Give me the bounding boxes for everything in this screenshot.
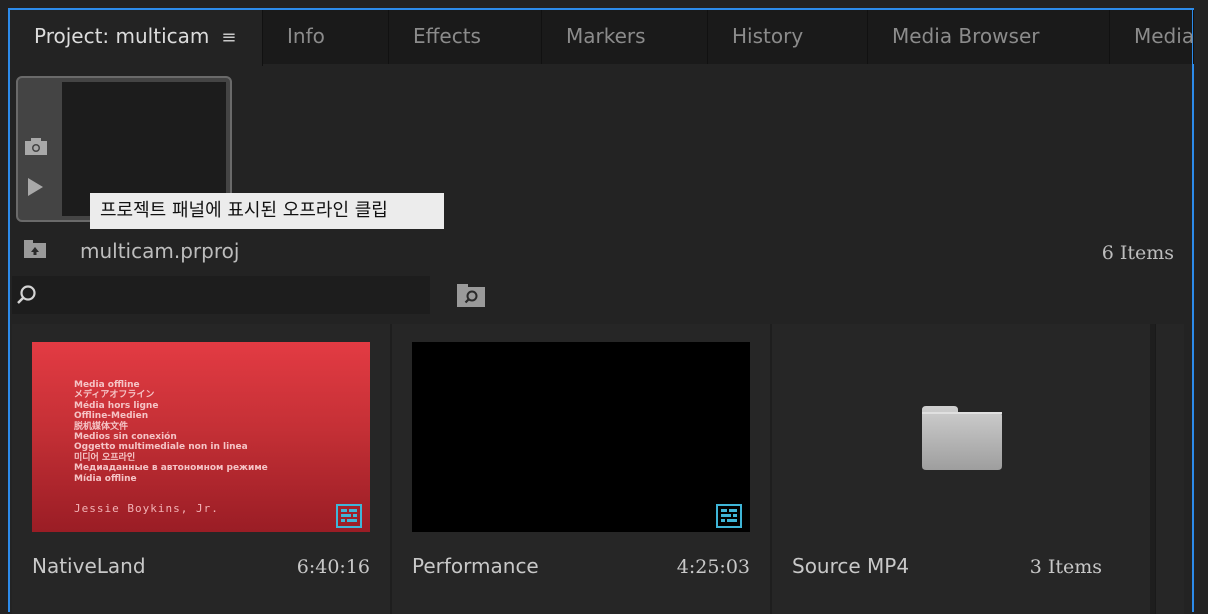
item-name: Source MP4 <box>792 554 910 578</box>
tab-effects[interactable]: Effects <box>389 10 542 64</box>
tab-history[interactable]: History <box>708 10 868 64</box>
play-icon[interactable] <box>28 178 43 196</box>
tab-history-label: History <box>732 24 804 48</box>
project-item[interactable]: Performance 4:25:03 <box>392 324 770 614</box>
tab-project-label: Project: multicam <box>34 24 210 48</box>
vertical-scrollbar[interactable] <box>1155 324 1184 614</box>
tooltip: 프로젝트 패널에 표시된 오프라인 클립 <box>90 193 444 229</box>
new-search-bin-icon[interactable] <box>456 282 486 308</box>
item-duration: 4:25:03 <box>676 556 750 578</box>
project-item[interactable]: Source MP4 3 Items <box>772 324 1150 614</box>
item-duration: 6:40:16 <box>296 556 370 578</box>
offline-owner-text: Jessie Boykins, Jr. <box>74 502 219 515</box>
offline-text-line: 脱机媒体文件 <box>74 421 129 432</box>
offline-text-line: Медиаданные в автономном режиме <box>74 463 268 474</box>
offline-text-line: メディアオフライン <box>74 390 155 401</box>
tab-info[interactable]: Info <box>263 10 389 64</box>
tab-media-label: Media <box>1134 24 1194 48</box>
tab-media-browser[interactable]: Media Browser <box>868 10 1110 64</box>
sequence-icon <box>716 504 742 528</box>
item-name: NativeLand <box>32 554 146 578</box>
offline-text-line: Offline-Medien <box>74 411 149 422</box>
sequence-icon <box>336 504 362 528</box>
up-folder-icon[interactable] <box>24 240 46 258</box>
bin-folder-icon <box>922 406 1002 470</box>
project-file-name: multicam.prproj <box>80 239 240 263</box>
search-input[interactable] <box>12 276 430 314</box>
project-item-count: 6 Items <box>1101 242 1174 264</box>
offline-text-line: Oggetto multimediale non in linea <box>74 442 248 453</box>
clip-thumbnail-offline: Media offline メディアオフライン Média hors ligne Of… <box>32 342 370 532</box>
panel-menu-icon[interactable]: ≡ <box>221 27 236 48</box>
tab-media-browser-label: Media Browser <box>892 24 1040 48</box>
tab-project[interactable]: Project: multicam ≡ <box>10 10 263 66</box>
tab-markers-label: Markers <box>566 24 646 48</box>
tab-effects-label: Effects <box>413 24 481 48</box>
offline-media-text: Media offline メディアオフライン Média hors ligne Of… <box>74 380 268 484</box>
offline-text-line: 미디어 오프라인 <box>74 452 136 463</box>
item-name: Performance <box>412 554 539 578</box>
search-icon <box>17 285 36 304</box>
project-item[interactable]: Media offline メディアオフライン Média hors ligne Of… <box>12 324 390 614</box>
tab-media[interactable]: Media <box>1110 10 1194 64</box>
panel-tab-bar: Project: multicam ≡ Info Effects Markers … <box>10 10 1194 66</box>
item-count: 3 Items <box>1029 556 1102 578</box>
offline-text-line: Medios sin conexión <box>74 432 177 443</box>
offline-text-line: Mídia offline <box>74 473 137 484</box>
tab-info-label: Info <box>287 24 325 48</box>
offline-text-line: Média hors ligne <box>74 400 159 411</box>
clip-thumbnail <box>412 342 750 532</box>
project-panel: Project: multicam ≡ Info Effects Markers … <box>8 8 1194 614</box>
icon-view-grid: Media offline メディアオフライン Média hors ligne Of… <box>12 324 1184 614</box>
offline-text-line: Media offline <box>74 380 140 390</box>
camera-icon[interactable] <box>24 136 48 156</box>
tab-markers[interactable]: Markers <box>542 10 708 64</box>
